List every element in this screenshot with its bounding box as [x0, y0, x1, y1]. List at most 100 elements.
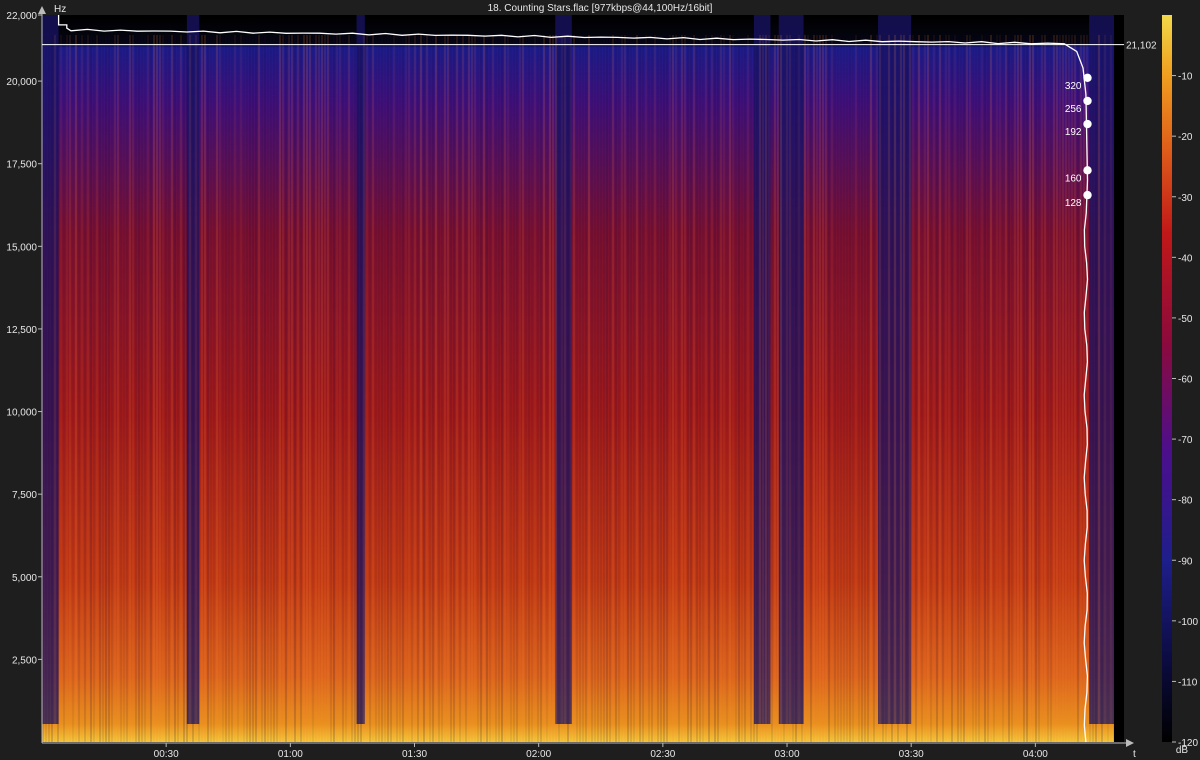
texture-stripe [540, 35, 542, 742]
texture-stripe [363, 35, 365, 742]
texture-stripe [969, 35, 971, 742]
texture-stripe [666, 35, 668, 742]
texture-stripe [342, 35, 344, 742]
texture-stripe [858, 35, 860, 742]
texture-stripe [474, 35, 476, 742]
texture-stripe [591, 35, 593, 742]
texture-stripe [252, 35, 254, 742]
texture-stripe [225, 35, 227, 742]
texture-stripe [606, 35, 608, 742]
texture-stripe [333, 35, 335, 742]
texture-stripe [534, 35, 536, 742]
texture-stripe [573, 35, 575, 742]
texture-stripe [1014, 35, 1016, 742]
texture-stripe [183, 35, 185, 742]
texture-stripe [1068, 35, 1070, 742]
texture-stripe [681, 35, 683, 742]
bitrate-marker-label: 320 [1065, 81, 1082, 92]
texture-stripe [897, 35, 899, 742]
texture-stripe [531, 35, 533, 742]
texture-stripe [447, 35, 449, 742]
texture-stripe [69, 35, 71, 742]
texture-stripe [723, 35, 725, 742]
texture-stripe [618, 35, 620, 742]
spectrogram-chart: Hz t 22,000 20,000 17,500 15,000 12,500 10,00… [6, 4, 1198, 760]
texture-stripe [768, 35, 770, 742]
bitrate-marker-dot [1083, 96, 1092, 106]
texture-stripe [117, 35, 119, 742]
texture-stripe [918, 35, 920, 742]
texture-stripe [108, 35, 110, 742]
texture-stripe [717, 35, 719, 742]
texture-stripe [939, 35, 941, 742]
colorbar-tick-label: -40 [1178, 253, 1193, 264]
texture-stripe [678, 35, 680, 742]
x-tick-label: 00:30 [154, 749, 179, 760]
texture-stripe [846, 35, 848, 742]
x-tick-label: 01:00 [278, 749, 303, 760]
texture-stripe [270, 35, 272, 742]
texture-stripe [861, 35, 863, 742]
texture-stripe [1011, 35, 1013, 742]
texture-stripe [180, 35, 182, 742]
texture-stripe [849, 35, 851, 742]
bitrate-marker-label: 256 [1065, 104, 1082, 115]
texture-stripe [318, 35, 320, 742]
texture-stripe [1098, 35, 1100, 742]
texture-stripe [321, 35, 323, 742]
texture-stripe [156, 35, 158, 742]
texture-stripe [684, 35, 686, 742]
texture-stripe [390, 35, 392, 742]
texture-stripe [855, 35, 857, 742]
texture-stripe [129, 35, 131, 742]
texture-stripe [915, 35, 917, 742]
texture-stripe [1110, 35, 1112, 742]
texture-stripe [828, 35, 830, 742]
texture-stripe [825, 35, 827, 742]
texture-stripe [603, 35, 605, 742]
texture-stripe [210, 35, 212, 742]
texture-stripe [459, 35, 461, 742]
texture-stripe [687, 35, 689, 742]
texture-stripe [483, 35, 485, 742]
texture-stripe [411, 35, 413, 742]
texture-stripe [576, 35, 578, 742]
texture-stripe [1038, 35, 1040, 742]
texture-stripe [930, 35, 932, 742]
texture-stripe [996, 35, 998, 742]
bitrate-marker-dot [1083, 166, 1092, 175]
texture-stripe [582, 35, 584, 742]
texture-stripe [288, 35, 290, 742]
texture-stripe [564, 35, 566, 742]
texture-stripe [690, 35, 692, 742]
x-tick-label: 03:00 [775, 749, 800, 760]
texture-stripe [1107, 35, 1109, 742]
texture-stripe [528, 35, 530, 742]
texture-stripe [1017, 35, 1019, 742]
texture-stripe [1020, 35, 1022, 742]
texture-stripe [438, 35, 440, 742]
texture-stripe [168, 35, 170, 742]
texture-stripe [513, 35, 515, 742]
texture-stripe [570, 35, 572, 742]
texture-stripe [579, 35, 581, 742]
texture-stripe [63, 35, 65, 742]
texture-stripe [555, 35, 557, 742]
texture-stripe [543, 35, 545, 742]
texture-stripe [441, 35, 443, 742]
colorbar-tick-label: -110 [1178, 677, 1198, 688]
texture-stripe [114, 35, 116, 742]
x-axis-arrow [1126, 739, 1134, 747]
texture-stripe [54, 35, 56, 742]
texture-stripe [1056, 35, 1058, 742]
texture-stripe [171, 35, 173, 742]
texture-stripe [255, 35, 257, 742]
texture-stripe [594, 35, 596, 742]
texture-stripe [162, 35, 164, 742]
texture-stripe [378, 35, 380, 742]
texture-stripe [1044, 35, 1046, 742]
texture-stripe [195, 35, 197, 742]
texture-stripe [642, 35, 644, 742]
texture-stripe [873, 35, 875, 742]
texture-stripe [198, 35, 200, 742]
